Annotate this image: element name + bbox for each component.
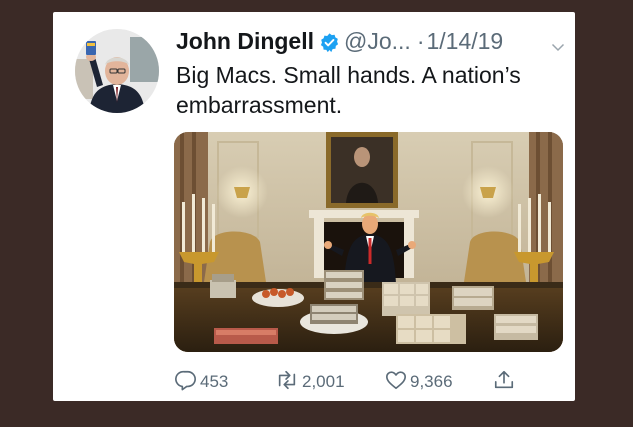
chevron-down-icon[interactable] bbox=[550, 32, 566, 62]
tweet-photo-image bbox=[174, 132, 563, 352]
tweet-header: John Dingell @Jo... ·1/14/19 bbox=[176, 26, 566, 56]
reply-button[interactable]: 453 bbox=[175, 370, 228, 394]
avatar[interactable] bbox=[75, 29, 159, 113]
heart-icon bbox=[385, 369, 410, 396]
photo-background: John Dingell @Jo... ·1/14/19 Big Macs. Sma… bbox=[0, 0, 633, 427]
tweet-card[interactable]: John Dingell @Jo... ·1/14/19 Big Macs. Sma… bbox=[53, 12, 575, 401]
retweet-count: 2,001 bbox=[302, 372, 345, 391]
avatar-image bbox=[75, 29, 159, 113]
tweet-photo[interactable] bbox=[174, 132, 563, 352]
tweet-text: Big Macs. Small hands. A nation’s embarr… bbox=[176, 62, 521, 118]
tweet-actions: 453 2,001 9,366 bbox=[175, 370, 570, 394]
share-icon bbox=[493, 369, 518, 396]
separator-dot: · bbox=[416, 28, 425, 54]
reply-icon bbox=[175, 369, 200, 396]
share-button[interactable] bbox=[493, 370, 518, 394]
like-count: 9,366 bbox=[410, 372, 453, 391]
author-handle[interactable]: @Jo... bbox=[344, 28, 411, 54]
tweet-date[interactable]: 1/14/19 bbox=[426, 28, 503, 54]
retweet-icon bbox=[275, 369, 302, 396]
verified-badge-icon bbox=[319, 30, 340, 60]
reply-count: 453 bbox=[200, 372, 229, 391]
like-button[interactable]: 9,366 bbox=[385, 370, 453, 394]
retweet-button[interactable]: 2,001 bbox=[275, 370, 345, 394]
author-name[interactable]: John Dingell bbox=[176, 28, 314, 54]
